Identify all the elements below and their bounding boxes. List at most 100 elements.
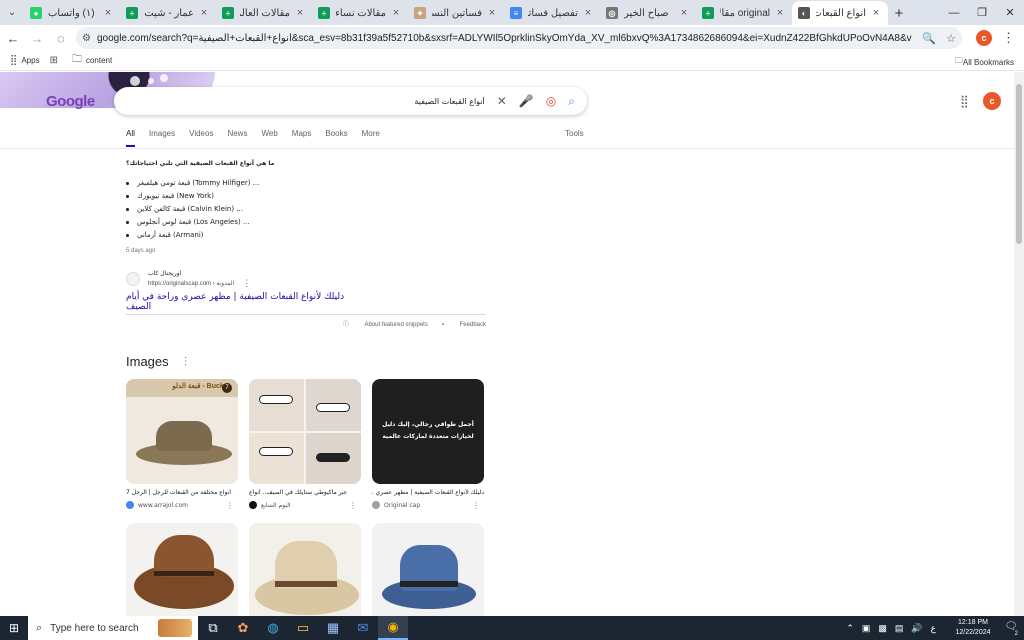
windows-start-icon[interactable]: ⊞ (0, 616, 28, 640)
image-thumb-1[interactable]: قبعة الدلو - Bucket 7 (126, 379, 238, 484)
outlook-icon[interactable]: ✉ (348, 616, 378, 640)
images-more-icon[interactable]: ⋮ (181, 356, 191, 367)
tab-favicon-icon: ≡ (510, 7, 522, 19)
bookmark-folder-content[interactable]: 🗀 content (72, 52, 112, 69)
result-source[interactable]: اوريجنال كاب https://originalscap.com › … (126, 268, 251, 289)
forward-icon[interactable]: → (26, 27, 48, 49)
browser-tab[interactable]: ✦ فساتين النساء: ... × (408, 1, 504, 25)
google-logo[interactable]: Google (46, 93, 95, 110)
tab-close-icon[interactable]: × (102, 7, 114, 19)
browser-tab[interactable]: ● (١) واتساب × (24, 1, 120, 25)
tab-close-icon[interactable]: × (486, 7, 498, 19)
search-input[interactable] (126, 96, 485, 106)
chrome-icon[interactable]: ◉ (378, 616, 408, 640)
tray-chevron-icon[interactable]: ⌃ (846, 623, 854, 634)
more-options-icon[interactable]: ⋮ (349, 501, 357, 510)
image-thumb-4[interactable] (126, 523, 238, 616)
google-apps-icon[interactable]: ⣿ (960, 94, 969, 108)
new-tab-button[interactable]: + (888, 1, 910, 25)
edge-icon[interactable]: ◍ (258, 616, 288, 640)
tab-close-icon[interactable]: × (870, 7, 882, 19)
tab-search-icon[interactable]: ⌄ (0, 0, 24, 25)
tab-close-icon[interactable]: × (390, 7, 402, 19)
site-info-icon[interactable]: ⚙ (82, 33, 91, 44)
file-explorer-icon[interactable]: ▭ (288, 616, 318, 640)
browser-tab[interactable]: + مقالات العالم الر × (216, 1, 312, 25)
search-box: ✕ 🎤 ◎ ⌕ (114, 87, 587, 115)
taskbar-search[interactable]: ⌕ Type here to search (28, 616, 198, 640)
image-site-1[interactable]: www.arrajol.com ⋮ (126, 501, 238, 510)
image-site-2[interactable]: اليوم السابع ⋮ (249, 501, 361, 510)
scrollbar-thumb[interactable] (1016, 84, 1022, 244)
more-options-icon[interactable]: ⋮ (226, 501, 234, 510)
image-caption-3[interactable]: دليلك لأنواع القبعات الصيفية | مظهر عصري… (372, 489, 484, 496)
task-view-icon[interactable]: ⧉ (198, 616, 228, 640)
profile-avatar[interactable]: c (976, 30, 992, 46)
tab-close-icon[interactable]: × (198, 7, 210, 19)
image-site-3[interactable]: Original cap ⋮ (372, 501, 484, 510)
search-tab-more[interactable]: More (362, 129, 380, 147)
browser-tab[interactable]: + مقالات نساء - 15 × (312, 1, 408, 25)
browser-tab[interactable]: ≡ تفصيل فساتين ... × (504, 1, 600, 25)
search-tab-videos[interactable]: Videos (189, 129, 213, 147)
tab-favicon-icon: + (222, 7, 234, 19)
image-thumb-2[interactable] (249, 379, 361, 484)
google-account-avatar[interactable]: c (983, 92, 1001, 110)
back-icon[interactable]: ← (2, 27, 24, 49)
search-tab-web[interactable]: Web (261, 129, 277, 147)
search-tab-images[interactable]: Images (149, 129, 175, 147)
browser-menu-icon[interactable]: ⋮ (1002, 30, 1015, 46)
image-caption-2[interactable]: عبر ماكيوطي ستايلك في الصيف.. أنواع (249, 489, 361, 496)
search-icon[interactable]: ⌕ (568, 94, 575, 109)
more-options-icon[interactable]: ⋮ (472, 501, 480, 510)
voice-search-icon[interactable]: 🎤 (519, 94, 534, 108)
language-indicator[interactable]: ع (931, 623, 936, 634)
clear-icon[interactable]: ✕ (497, 94, 507, 108)
search-tab-books[interactable]: Books (325, 129, 347, 147)
restore-icon[interactable]: ❐ (968, 0, 996, 25)
system-clock[interactable]: 12:18 PM 12/22/2024 (952, 618, 994, 638)
snippet-list-item: قبعة نيويورك (New York) (126, 190, 486, 203)
network-icon[interactable]: ▤ (895, 623, 904, 634)
bookmark-star-icon[interactable]: ☆ (946, 32, 956, 45)
page-scrollbar[interactable] (1014, 72, 1024, 616)
lens-icon[interactable]: ◎ (546, 94, 556, 108)
browser-tab[interactable]: + original مقالات × (696, 1, 792, 25)
result-title-link[interactable]: دليلك لأنواع القبعات الصيفية | مظهر عصري… (126, 292, 366, 312)
search-tab-news[interactable]: News (227, 129, 247, 147)
close-window-icon[interactable]: ✕ (996, 0, 1024, 25)
image-thumb-5[interactable] (249, 523, 361, 616)
bookmark-apps[interactable]: ⣿ Apps (10, 55, 40, 66)
minimize-icon[interactable]: — (940, 0, 968, 25)
tray-app-icon[interactable]: ▣ (862, 623, 871, 634)
feedback-link[interactable]: ▪ Feedback (442, 322, 486, 328)
tab-close-icon[interactable]: × (678, 7, 690, 19)
all-bookmarks[interactable]: 🗀 All Bookmarks (955, 55, 1014, 69)
browser-tab[interactable]: ◎ صباح الخير × (600, 1, 696, 25)
tab-close-icon[interactable]: × (582, 7, 594, 19)
tools-button[interactable]: Tools (565, 129, 584, 138)
notifications-icon[interactable]: 🗨 2 (1004, 621, 1018, 637)
image-caption-1[interactable]: أنواع مختلفة من القبعات للرجل | الرجل 7 (126, 489, 238, 496)
volume-icon[interactable]: 🔊 (911, 623, 922, 634)
tab-groups-button[interactable]: ⊞ (50, 55, 62, 66)
zoom-icon[interactable]: 🔍 (922, 32, 936, 45)
tray-app-icon[interactable]: ▩ (878, 623, 887, 634)
tab-close-icon[interactable]: × (294, 7, 306, 19)
address-bar[interactable]: ⚙ google.com/search?q=أنواع+القبعات+الصي… (76, 27, 962, 49)
clock-date: 12/22/2024 (955, 629, 991, 636)
copilot-icon[interactable]: ✿ (228, 616, 258, 640)
tab-close-icon[interactable]: × (774, 7, 786, 19)
url-text[interactable]: google.com/search?q=أنواع+القبعات+الصيفي… (97, 33, 912, 44)
loading-icon[interactable]: ◌ (50, 27, 72, 49)
tab-list: ● (١) واتساب × + عمار - شيت محت × + مقالات العا… (24, 1, 888, 25)
browser-tab[interactable]: ◐ أنواع القبعات الـ × (792, 1, 888, 25)
store-icon[interactable]: ▦ (318, 616, 348, 640)
browser-tab[interactable]: + عمار - شيت محت × (120, 1, 216, 25)
more-options-icon[interactable]: ⋮ (242, 278, 251, 289)
image-thumb-3[interactable]: أجمل طواقي رجالي، إليك دليل لخيارات متعد… (372, 379, 484, 484)
image-thumb-6[interactable] (372, 523, 484, 616)
search-tab-maps[interactable]: Maps (292, 129, 312, 147)
search-tab-all[interactable]: All (126, 129, 135, 147)
about-snippets-link[interactable]: ⓘ About featured snippets (343, 319, 428, 328)
